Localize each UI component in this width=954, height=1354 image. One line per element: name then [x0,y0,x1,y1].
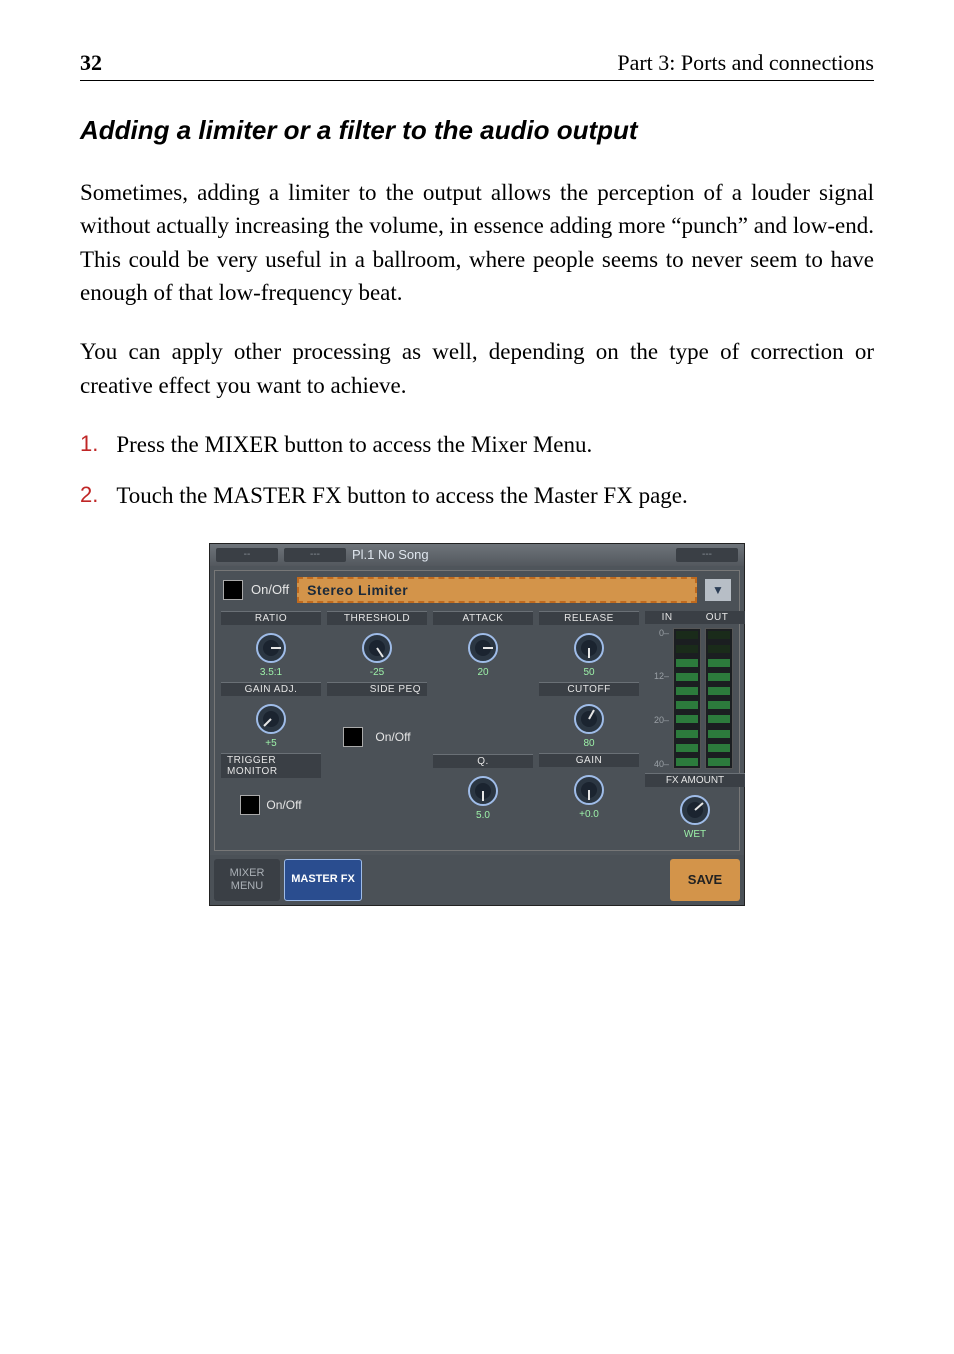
cell-gain: GAIN +0.0 [539,753,639,824]
step-1-number: 1. [80,428,98,461]
cell-release: RELEASE 50 [539,611,639,682]
label-gain: GAIN [539,754,639,767]
label-threshold: THRESHOLD [327,612,427,625]
meter-scale: 0– 12– 20– 40– [647,628,669,769]
cell-cutoff: CUTOFF 80 [539,682,639,753]
cell-sidepeq: SIDE PEQ On/Off [327,682,427,768]
knob-area: RATIO 3.5:1 GAIN ADJ. +5 T [215,611,739,850]
save-button[interactable]: SAVE [670,859,740,901]
steps: 1. Press the MIXER button to access the … [80,428,874,513]
label-sidepeq: SIDE PEQ [327,683,427,696]
value-fxamount: WET [645,829,745,840]
fx-dropdown-icon[interactable]: ▼ [705,579,731,601]
cell-sidepeq-spacer [433,682,533,754]
mixer-inner: On/Off Stereo Limiter ▼ RATIO 3.5:1 GAIN… [214,570,740,851]
label-release: RELEASE [539,612,639,625]
meter-out-label: OUT [706,612,729,623]
meter-body: 0– 12– 20– 40– [645,624,745,774]
trigger-onoff-label: On/Off [266,798,301,812]
value-gain: +0.0 [539,809,639,820]
meter-out [705,628,733,769]
knob-q[interactable] [466,774,500,808]
part-title: Part 3: Ports and connections [617,50,874,76]
value-threshold: -25 [327,667,427,678]
tab-spacer [366,859,666,901]
fx-header-row: On/Off Stereo Limiter ▼ [215,571,739,611]
knob-cutoff[interactable] [572,702,606,736]
fx-onoff-checkbox[interactable] [223,580,243,600]
col-4: RELEASE 50 CUTOFF 80 GAIN [539,611,639,844]
cell-q: Q. 5.0 [433,754,533,825]
fx-name-field[interactable]: Stereo Limiter [297,577,697,603]
meter-header: IN OUT [645,611,745,624]
titlebar-left2[interactable]: --- [284,548,346,562]
sidepeq-onoff-checkbox[interactable] [343,727,363,747]
step-2-number: 2. [80,479,98,512]
cell-empty-trigger [327,768,427,844]
label-q: Q. [433,755,533,768]
fx-onoff-label: On/Off [251,582,289,597]
cell-attack: ATTACK 20 [433,611,533,682]
cell-threshold: THRESHOLD -25 [327,611,427,682]
cell-gainadj: GAIN ADJ. +5 [221,682,321,753]
knob-fxamount[interactable] [678,793,712,827]
value-cutoff: 80 [539,738,639,749]
titlebar-left1[interactable]: -- [216,548,278,562]
knob-gain[interactable] [572,773,606,807]
paragraph-2: You can apply other processing as well, … [80,335,874,402]
mixer-tabs: MIXER MENU MASTER FX SAVE [210,855,744,905]
value-release: 50 [539,667,639,678]
meter-tick-40: 40– [654,759,669,769]
section-title: Adding a limiter or a filter to the audi… [80,115,874,146]
tab-mixer-menu[interactable]: MIXER MENU [214,859,280,901]
label-trigger: TRIGGER MONITOR [221,754,321,778]
col-3: ATTACK 20 Q. 5.0 [433,611,533,844]
meter-tick-20: 20– [654,715,669,725]
trigger-onoff-checkbox[interactable] [240,795,260,815]
col-1: RATIO 3.5:1 GAIN ADJ. +5 T [221,611,321,844]
value-q: 5.0 [433,810,533,821]
knob-gainadj[interactable] [254,702,288,736]
sidepeq-onoff-label: On/Off [375,730,410,744]
titlebar-right[interactable]: --- [676,548,738,562]
col-2: THRESHOLD -25 SIDE PEQ On/Off [327,611,427,844]
label-gainadj: GAIN ADJ. [221,683,321,696]
value-ratio: 3.5:1 [221,667,321,678]
step-2-text: Touch the MASTER FX button to access the… [116,479,874,512]
cell-ratio: RATIO 3.5:1 [221,611,321,682]
page: 32 Part 3: Ports and connections Adding … [0,0,954,1354]
label-fxamount: FX AMOUNT [645,774,745,787]
label-ratio: RATIO [221,612,321,625]
header-divider [80,80,874,81]
header-row: 32 Part 3: Ports and connections [80,50,874,76]
mixer-titlebar: -- --- Pl.1 No Song --- [210,544,744,566]
value-attack: 20 [433,667,533,678]
paragraph-1: Sometimes, adding a limiter to the outpu… [80,176,874,309]
value-gainadj: +5 [221,738,321,749]
label-cutoff: CUTOFF [539,683,639,696]
meter-tick-0: 0– [659,628,669,638]
label-attack: ATTACK [433,612,533,625]
meter-in-label: IN [662,612,673,623]
knob-threshold[interactable] [360,631,394,665]
step-1: 1. Press the MIXER button to access the … [80,428,874,461]
meter-in [673,628,701,769]
cell-fxamount: FX AMOUNT WET [645,774,745,844]
knob-release[interactable] [572,631,606,665]
cell-trigger: TRIGGER MONITOR On/Off [221,753,321,830]
col-meter: IN OUT 0– 12– 20– 40– [645,611,745,844]
mixer-panel: -- --- Pl.1 No Song --- On/Off Stereo Li… [209,543,745,906]
tab-master-fx[interactable]: MASTER FX [284,859,362,901]
meter-tick-12: 12– [654,671,669,681]
knob-ratio[interactable] [254,631,288,665]
sidepeq-onoff-row: On/Off [327,710,427,764]
knob-attack[interactable] [466,631,500,665]
step-1-text: Press the MIXER button to access the Mix… [116,428,874,461]
page-number: 32 [80,50,102,76]
trigger-onoff-row: On/Off [221,778,321,832]
step-2: 2. Touch the MASTER FX button to access … [80,479,874,512]
titlebar-song: Pl.1 No Song [352,547,670,562]
